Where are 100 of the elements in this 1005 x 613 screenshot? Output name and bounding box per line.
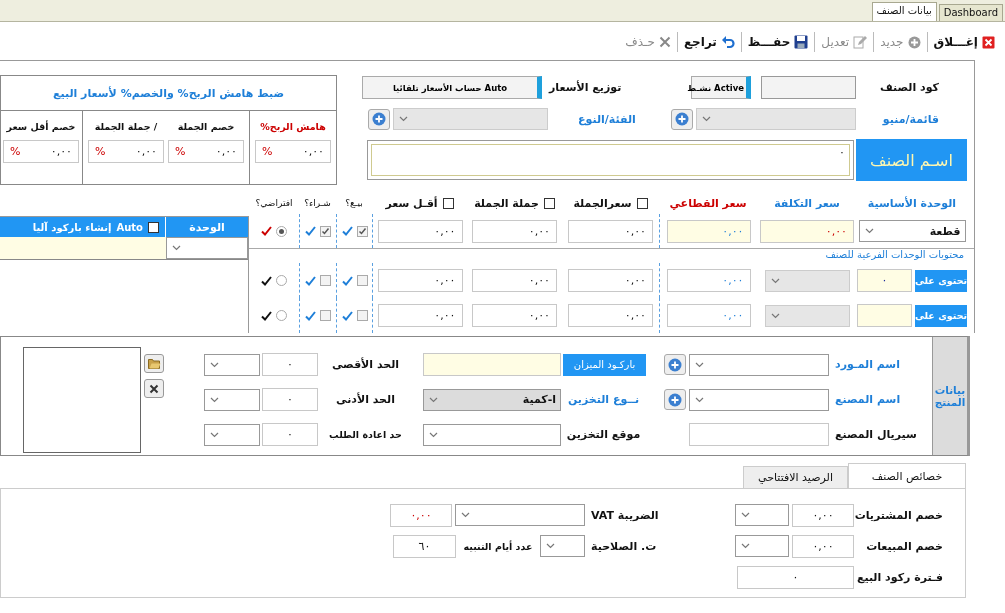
checkmark-icon (261, 226, 272, 236)
input-field[interactable]: ٠,٠٠ % (168, 140, 244, 163)
input-field[interactable]: ٠,٠٠ (390, 503, 452, 527)
input-field[interactable]: ٠,٠٠ (792, 534, 854, 558)
input-field[interactable]: ٠,٠٠ (377, 304, 463, 327)
input-field[interactable]: ٠,٠٠ (792, 503, 854, 527)
radio-button[interactable] (276, 275, 287, 286)
input-field[interactable]: ٦٠ (393, 534, 456, 558)
input-field[interactable]: ٠,٠٠ (568, 304, 653, 327)
input-field[interactable]: ٠ (857, 269, 912, 292)
input-field[interactable]: ٠ (737, 565, 854, 589)
checkbox[interactable] (320, 310, 331, 321)
radio-button[interactable] (276, 225, 287, 237)
field-label: حد اعادة الطلب (328, 429, 403, 440)
field-label: خصم المبيعات (865, 539, 944, 553)
field-label: الضريبة VAT (590, 508, 660, 522)
tab[interactable]: Dashboard (938, 4, 1003, 21)
dropdown[interactable] (735, 504, 789, 526)
checkmark-icon (341, 275, 353, 286)
dropdown[interactable] (689, 353, 829, 376)
open-image-button[interactable] (144, 354, 164, 373)
tab[interactable]: بيانات الصنف (871, 2, 937, 21)
input-field[interactable]: ٠,٠٠ (666, 304, 751, 327)
plus-icon (372, 112, 386, 126)
dropdown[interactable] (455, 504, 585, 526)
column-header: سعرالجملة (573, 196, 632, 210)
input-field[interactable]: ٠ (262, 353, 318, 376)
input-field[interactable]: ٠,٠٠ % (3, 140, 79, 163)
radio-button[interactable] (276, 310, 287, 321)
dropdown[interactable]: قطعة (858, 220, 966, 242)
checkbox[interactable] (320, 225, 331, 237)
input-field[interactable]: ٠,٠٠ (568, 219, 653, 243)
input-field[interactable]: ٠ (262, 423, 318, 446)
dropdown[interactable] (540, 535, 585, 557)
chevron-down-icon (741, 512, 750, 518)
input-field[interactable]: ٠,٠٠ (666, 269, 751, 292)
remove-image-button[interactable] (144, 379, 164, 398)
dropdown[interactable] (764, 304, 850, 327)
checkbox[interactable] (356, 310, 368, 321)
add-button[interactable] (664, 354, 686, 375)
add-button[interactable] (368, 108, 390, 130)
dropdown[interactable] (204, 353, 260, 376)
tab[interactable]: الرصيد الافتتاحي (743, 466, 848, 488)
input-field[interactable] (689, 423, 829, 446)
checkbox[interactable] (442, 197, 454, 209)
input-field[interactable] (857, 304, 912, 327)
delete-icon (658, 36, 671, 48)
input-field[interactable]: ٠ (262, 388, 318, 411)
checkbox[interactable] (356, 225, 368, 237)
toolbar-button[interactable]: تراجع (676, 32, 741, 52)
checkbox[interactable] (356, 275, 368, 286)
dropdown[interactable] (204, 388, 260, 411)
tab[interactable]: خصائص الصنف (848, 463, 966, 488)
item-name-field[interactable]: ٠ (367, 140, 854, 180)
toolbar-button[interactable]: حفـــظ (740, 32, 815, 52)
checkbox[interactable] (320, 275, 331, 286)
field-label: فـترة ركود البيع (855, 570, 944, 584)
plus-icon (675, 112, 689, 126)
input-field[interactable]: ٠,٠٠ (568, 269, 653, 292)
dropdown[interactable] (689, 388, 829, 411)
chevron-down-icon (461, 512, 470, 518)
chevron-down-icon (210, 361, 219, 368)
input-field[interactable] (0, 237, 166, 259)
add-button[interactable] (664, 389, 686, 410)
input-field[interactable]: ٠,٠٠ (666, 219, 751, 243)
dropdown[interactable] (423, 423, 561, 446)
dropdown[interactable] (735, 535, 789, 557)
checkbox[interactable] (148, 221, 159, 233)
dropdown[interactable] (764, 269, 850, 292)
close-icon (149, 383, 159, 394)
input-field[interactable]: ٠,٠٠ (760, 219, 854, 243)
chevron-down-icon (429, 431, 438, 438)
checkbox[interactable] (543, 197, 555, 209)
input-field[interactable]: ٠,٠٠ (377, 219, 463, 243)
pencil-icon (853, 35, 868, 49)
dropdown[interactable] (204, 423, 260, 446)
input-field[interactable]: ٠,٠٠ (472, 219, 557, 243)
input-field[interactable] (761, 76, 856, 99)
chevron-down-icon (770, 277, 780, 284)
input-field[interactable]: ٠,٠٠ % (88, 140, 164, 163)
dropdown[interactable]: ا-كمية (423, 388, 561, 411)
input-field[interactable]: ٠,٠٠ (472, 304, 557, 327)
column-header: إنشاء باركود آليا (32, 221, 112, 233)
checkmark-icon (305, 310, 316, 321)
chevron-down-icon (210, 396, 219, 403)
input-field[interactable]: ٠,٠٠ (472, 269, 557, 292)
chevron-down-icon (741, 543, 750, 549)
input-field[interactable]: ٠,٠٠ % (255, 140, 331, 163)
chevron-down-icon (702, 116, 711, 122)
auto-pricing-toggle[interactable]: Auto حساب الأسعار تلقائيا (362, 76, 542, 99)
toolbar-button[interactable]: إغـــلاق (926, 32, 1001, 52)
dropdown[interactable] (166, 237, 248, 259)
checkbox[interactable] (636, 197, 648, 209)
field-label: خصم المشتريات (854, 508, 944, 522)
input-field[interactable]: ٠,٠٠ (377, 269, 463, 292)
field-label: الحد الأدنى (335, 393, 396, 406)
input-field[interactable] (423, 353, 561, 376)
plus-icon (668, 392, 682, 407)
add-button[interactable] (671, 108, 693, 130)
field-label: اسم المصنع (834, 393, 902, 406)
